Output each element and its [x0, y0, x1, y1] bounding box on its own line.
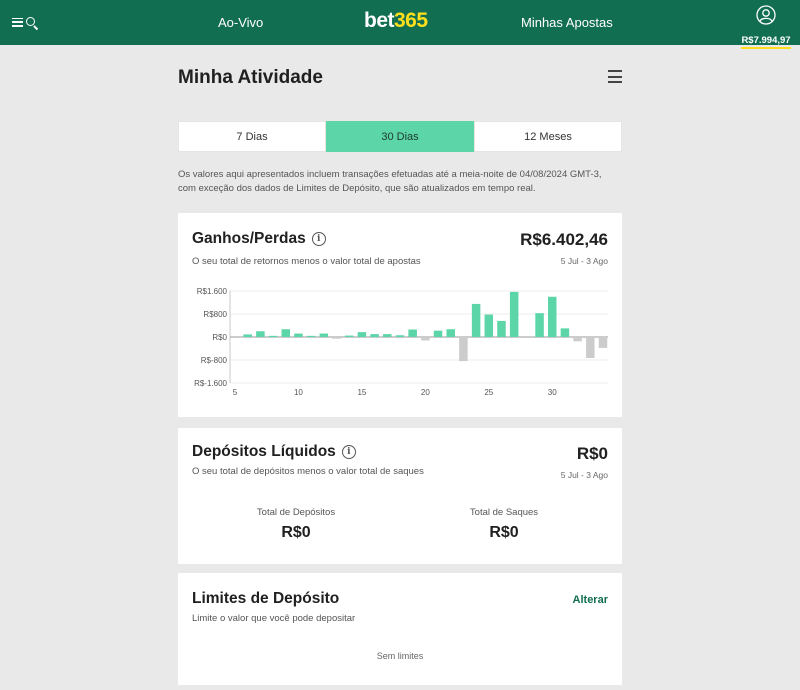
logo-text-bet: bet — [364, 9, 395, 32]
chart-bar[interactable] — [535, 313, 544, 337]
chart-y-tick-label: R$1.600 — [197, 287, 228, 296]
chart-bar[interactable] — [319, 333, 329, 337]
balance-amount: R$7.994,97 — [741, 35, 791, 49]
chart-x-tick-label: 25 — [484, 388, 493, 397]
chart-bar[interactable] — [471, 303, 481, 337]
chart-bar[interactable] — [573, 337, 582, 342]
chart-bar[interactable] — [433, 330, 443, 337]
top-bar: Ao-Vivo bet365 Minhas Apostas R$7.994,97 — [0, 0, 800, 49]
alterar-link[interactable]: Alterar — [573, 594, 608, 606]
limites-deposito-card: Limites de Depósito Limite o valor que v… — [178, 573, 622, 685]
chart-bar[interactable] — [306, 335, 316, 337]
chart-bar[interactable] — [370, 334, 379, 337]
info-icon[interactable]: i — [341, 445, 356, 459]
limites-status: Sem limites — [376, 651, 424, 661]
chart-x-tick-label: 15 — [357, 388, 366, 397]
user-icon — [756, 5, 776, 25]
chart-bar[interactable] — [268, 335, 278, 337]
search-icon — [25, 16, 39, 30]
chart-bar[interactable] — [344, 335, 354, 337]
depositos-title: Depósitos Líquidos i — [192, 443, 356, 461]
tab-7-dias[interactable]: 7 Dias — [178, 121, 326, 152]
info-icon[interactable]: i — [311, 232, 326, 246]
logo-text-365: 365 — [394, 9, 428, 32]
chart-x-tick-label: 5 — [233, 388, 238, 397]
total-depositos-value: R$0 — [281, 524, 311, 541]
ganhos-title-text: Ganhos/Perdas — [192, 230, 306, 247]
hamburger-icon — [12, 17, 23, 27]
total-saques-label: Total de Saques — [469, 507, 539, 518]
chart-bar[interactable] — [547, 296, 557, 337]
bet365-logo[interactable]: bet365 — [364, 9, 428, 33]
chart-bar[interactable] — [484, 314, 494, 337]
chart-bar[interactable] — [243, 334, 252, 337]
disclaimer-text: Os valores aqui apresentados incluem tra… — [178, 169, 602, 194]
limites-subtitle: Limite o valor que você pode depositar — [192, 613, 356, 624]
chart-bar[interactable] — [560, 328, 570, 337]
chart-x-tick-label: 30 — [548, 388, 557, 397]
chart-bar[interactable] — [294, 333, 303, 337]
chart-bar[interactable] — [586, 337, 595, 358]
limites-title: Limites de Depósito — [192, 590, 340, 607]
page-menu-icon[interactable] — [608, 70, 622, 83]
ganhos-subtitle: O seu total de retornos menos o valor to… — [192, 256, 421, 267]
ganhos-perdas-chart: R$1.600 R$800 R$0 R$-800 R$-1.600 5 10 15 20 25 30 — [194, 287, 608, 397]
depositos-liquidos-card: Depósitos Líquidos i O seu total de depós… — [178, 428, 622, 564]
chart-bar[interactable] — [421, 337, 430, 341]
chart-bar[interactable] — [509, 291, 519, 337]
chart-bar[interactable] — [395, 335, 405, 337]
chart-bar[interactable] — [383, 334, 392, 337]
chart-x-tick-label: 20 — [421, 388, 430, 397]
depositos-date-range: 5 Jul - 3 Ago — [560, 470, 608, 480]
period-tabs: 7 Dias 30 Dias 12 Meses — [178, 121, 622, 152]
chart-bar[interactable] — [598, 337, 608, 348]
menu-search-button[interactable] — [12, 12, 48, 32]
chart-y-tick-label: R$0 — [212, 333, 227, 342]
chart-bar[interactable] — [357, 332, 367, 337]
chart-bar[interactable] — [459, 337, 468, 362]
depositos-title-text: Depósitos Líquidos — [192, 443, 336, 460]
chart-bar[interactable] — [281, 329, 291, 337]
chart-bar[interactable] — [256, 331, 265, 337]
nav-ao-vivo[interactable]: Ao-Vivo — [218, 15, 263, 30]
nav-minhas-apostas[interactable]: Minhas Apostas — [521, 15, 613, 30]
ganhos-title: Ganhos/Perdas i — [192, 230, 326, 248]
total-depositos-label: Total de Depósitos — [256, 507, 336, 518]
total-saques: Total de Saques R$0 — [434, 507, 574, 542]
chart-bar[interactable] — [497, 320, 506, 337]
ganhos-amount: R$6.402,46 — [520, 230, 608, 249]
tab-12-meses[interactable]: 12 Meses — [474, 121, 622, 152]
ganhos-perdas-card: Ganhos/Perdas i O seu total de retornos m… — [178, 213, 622, 417]
chart-y-tick-label: R$800 — [203, 310, 227, 319]
page-title: Minha Atividade — [178, 67, 323, 88]
depositos-amount: R$0 — [576, 444, 608, 463]
tab-30-dias[interactable]: 30 Dias — [326, 121, 474, 152]
chart-bar[interactable] — [408, 329, 417, 337]
ganhos-date-range: 5 Jul - 3 Ago — [560, 256, 608, 266]
chart-y-tick-label: R$-800 — [201, 356, 228, 365]
account-button[interactable]: R$7.994,97 — [740, 5, 792, 49]
chart-y-tick-label: R$-1.600 — [194, 379, 227, 388]
chart-bar[interactable] — [446, 329, 455, 337]
chart-x-tick-label: 10 — [294, 388, 303, 397]
total-depositos: Total de Depósitos R$0 — [226, 507, 366, 542]
total-saques-value: R$0 — [489, 524, 519, 541]
depositos-subtitle: O seu total de depósitos menos o valor t… — [192, 466, 424, 477]
chart-bar[interactable] — [332, 337, 341, 339]
